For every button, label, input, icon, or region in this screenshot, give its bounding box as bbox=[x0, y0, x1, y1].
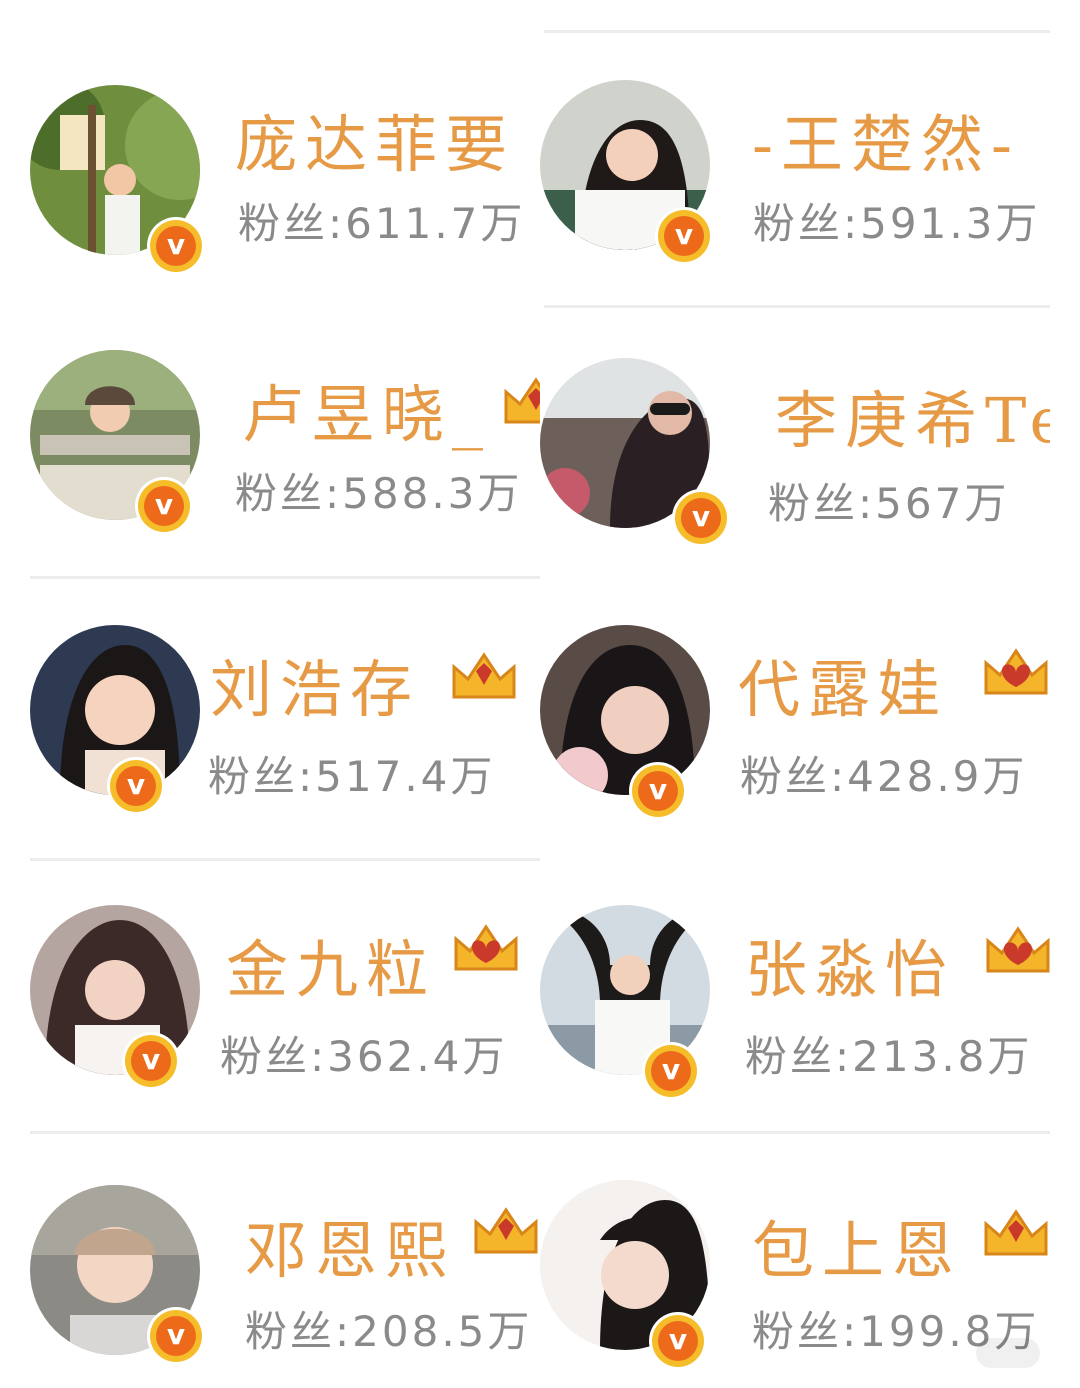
account-card[interactable]: v 代露娃 粉丝:428.9万 bbox=[540, 615, 1050, 835]
account-name[interactable]: 金九粒 bbox=[226, 919, 436, 1009]
verified-v-icon: v bbox=[150, 1310, 202, 1362]
divider bbox=[30, 1131, 1050, 1134]
fans-label: 粉丝: bbox=[238, 199, 346, 248]
fans-count: 粉丝:611.7万 bbox=[238, 190, 525, 251]
fans-label: 粉丝: bbox=[752, 1307, 860, 1356]
fans-value: 588.3万 bbox=[342, 469, 523, 518]
verified-v-icon: v bbox=[110, 760, 162, 812]
account-name[interactable]: 李庚希Te bbox=[775, 370, 1050, 460]
fans-count: 粉丝:591.3万 bbox=[753, 190, 1040, 251]
account-card[interactable]: v 邓恩熙 粉丝:208.5万 bbox=[30, 1170, 540, 1388]
verified-v-icon: v bbox=[652, 1315, 704, 1367]
crown-badge-icon bbox=[982, 919, 1050, 979]
fans-label: 粉丝: bbox=[245, 1307, 353, 1356]
fans-label: 粉丝: bbox=[220, 1032, 328, 1081]
account-card[interactable]: v 卢昱晓_ 粉丝:588.3万 bbox=[30, 340, 540, 560]
account-name[interactable]: -王楚然- bbox=[752, 94, 1020, 184]
verified-v-icon: v bbox=[632, 765, 684, 817]
account-name[interactable]: 刘浩存 bbox=[210, 639, 420, 729]
account-card[interactable]: v 李庚希Te 粉丝:567万 bbox=[540, 340, 1050, 560]
fans-value: 362.4万 bbox=[327, 1032, 508, 1081]
fans-count: 粉丝:362.4万 bbox=[220, 1023, 507, 1084]
crown-badge-icon bbox=[448, 645, 520, 705]
watermark-icon bbox=[976, 1338, 1040, 1368]
account-name[interactable]: 卢昱晓_ bbox=[242, 364, 491, 454]
account-card[interactable]: v 庞达菲要 粉丝:611.7万 bbox=[30, 70, 530, 290]
account-card[interactable]: v 金九粒 粉丝:362.4万 bbox=[30, 895, 540, 1115]
divider bbox=[544, 305, 1050, 308]
fans-label: 粉丝: bbox=[753, 199, 861, 248]
account-card[interactable]: v -王楚然- 粉丝:591.3万 bbox=[540, 70, 1050, 290]
fans-value: 213.8万 bbox=[852, 1032, 1033, 1081]
verified-v-icon: v bbox=[150, 220, 202, 272]
fans-label: 粉丝: bbox=[740, 752, 848, 801]
account-name[interactable]: 包上恩 bbox=[752, 1200, 962, 1290]
fans-value: 611.7万 bbox=[345, 199, 526, 248]
crown-badge-icon bbox=[980, 1202, 1050, 1262]
fans-value: 567万 bbox=[875, 479, 1010, 528]
fans-count: 粉丝:567万 bbox=[768, 470, 1009, 531]
avatar[interactable] bbox=[540, 625, 710, 795]
account-card[interactable]: v 张淼怡 粉丝:213.8万 bbox=[540, 895, 1050, 1115]
crown-badge-icon bbox=[450, 917, 522, 977]
verified-v-icon: v bbox=[658, 210, 710, 262]
account-name[interactable]: 庞达菲要 bbox=[235, 94, 515, 184]
verified-v-icon: v bbox=[125, 1035, 177, 1087]
fans-value: 591.3万 bbox=[860, 199, 1041, 248]
account-card[interactable]: v 包上恩 粉丝:199.8万 bbox=[540, 1170, 1050, 1388]
fans-count: 粉丝:428.9万 bbox=[740, 743, 1027, 804]
fans-count: 粉丝:588.3万 bbox=[235, 460, 522, 521]
divider bbox=[30, 576, 540, 579]
account-name[interactable]: 邓恩熙 bbox=[245, 1200, 455, 1290]
fans-count: 粉丝:213.8万 bbox=[745, 1023, 1032, 1084]
fans-label: 粉丝: bbox=[745, 1032, 853, 1081]
crown-badge-icon bbox=[470, 1200, 540, 1260]
fans-label: 粉丝: bbox=[768, 479, 876, 528]
account-name[interactable]: 代露娃 bbox=[738, 639, 948, 729]
crown-badge-icon bbox=[980, 641, 1050, 701]
fans-value: 428.9万 bbox=[847, 752, 1028, 801]
verified-v-icon: v bbox=[138, 480, 190, 532]
avatar-image bbox=[540, 625, 710, 795]
fans-count: 粉丝:208.5万 bbox=[245, 1298, 532, 1359]
verified-v-icon: v bbox=[675, 492, 727, 544]
account-card[interactable]: v 刘浩存 粉丝:517.4万 bbox=[30, 615, 540, 835]
fans-value: 517.4万 bbox=[315, 752, 496, 801]
divider bbox=[30, 858, 540, 861]
crown-badge-icon bbox=[500, 370, 540, 430]
divider bbox=[544, 30, 1050, 33]
verified-v-icon: v bbox=[645, 1045, 697, 1097]
fans-value: 208.5万 bbox=[352, 1307, 533, 1356]
fans-label: 粉丝: bbox=[235, 469, 343, 518]
fans-count: 粉丝:517.4万 bbox=[208, 743, 495, 804]
fans-label: 粉丝: bbox=[208, 752, 316, 801]
account-name[interactable]: 张淼怡 bbox=[745, 919, 955, 1009]
